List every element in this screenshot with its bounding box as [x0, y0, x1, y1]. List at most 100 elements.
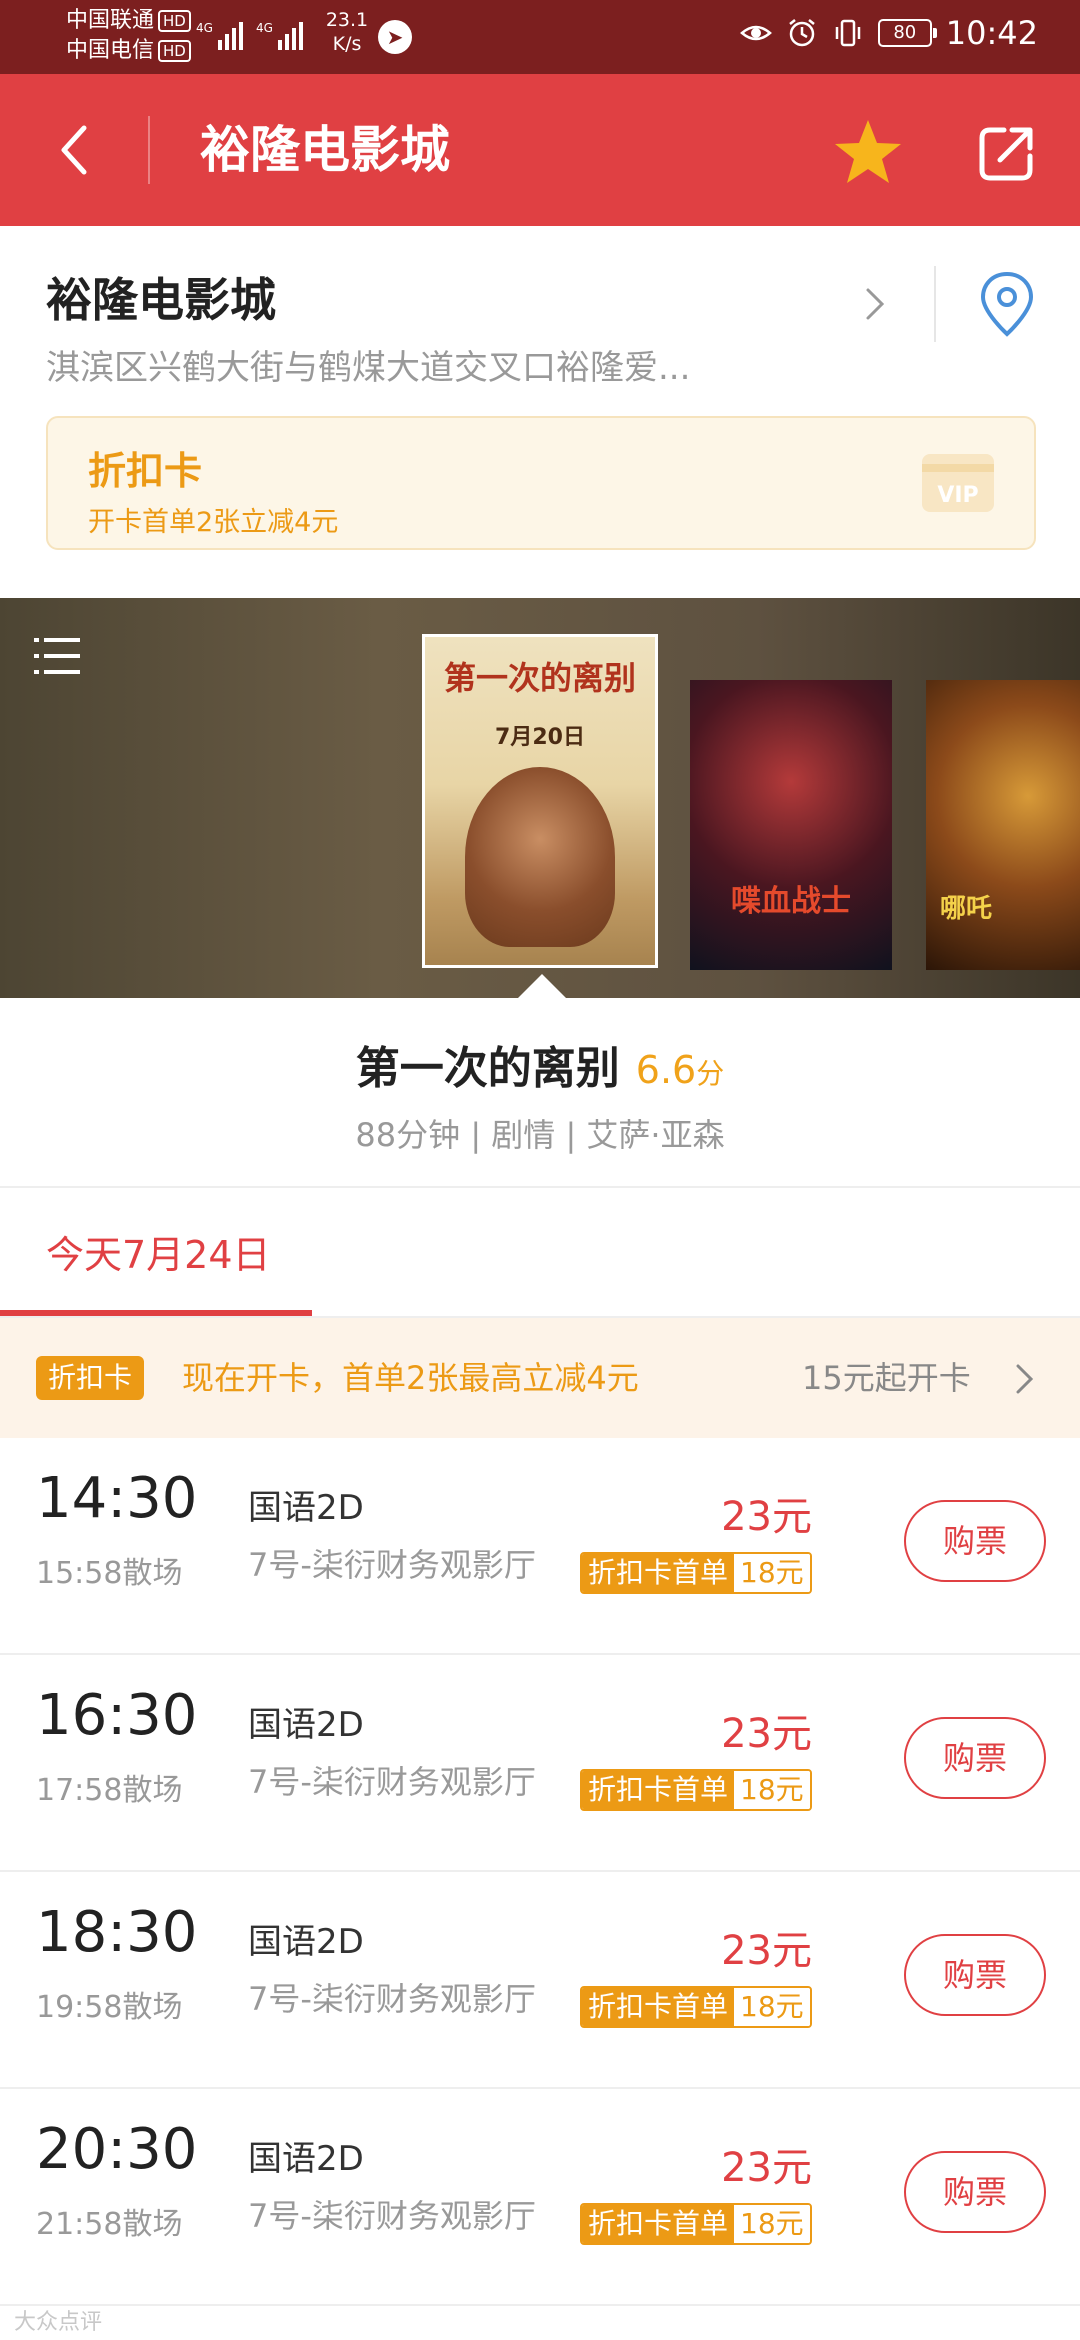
- card-discount-tag: 折扣卡首单 18元: [580, 1552, 812, 1594]
- tab-underline: [0, 1310, 312, 1316]
- poster-release-date: 7月20日: [495, 725, 585, 750]
- session-language: 国语2D: [248, 1922, 364, 1962]
- session-language: 国语2D: [248, 1705, 364, 1745]
- session-hall: 7号-柒衍财务观影厅: [248, 1763, 536, 1801]
- chevron-right-icon[interactable]: [862, 282, 888, 326]
- session-row[interactable]: 18:30 19:58散场 国语2D 7号-柒衍财务观影厅 23元 折扣卡首单 1…: [0, 1872, 1080, 2089]
- divider: [934, 266, 936, 342]
- page-title: 裕隆电影城: [200, 121, 450, 179]
- buy-ticket-button[interactable]: 购票: [904, 1934, 1046, 2016]
- vip-badge-text: VIP: [937, 483, 978, 508]
- card-discount-label: 折扣卡首单: [582, 1554, 735, 1592]
- session-price: 23元: [721, 1928, 812, 1974]
- card-discount-tag: 折扣卡首单 18元: [580, 2203, 812, 2245]
- poster-selected[interactable]: 第一次的离别 7月20日: [422, 634, 658, 968]
- location-pin-button[interactable]: [976, 270, 1038, 340]
- session-price: 23元: [721, 2145, 812, 2191]
- session-end-time: 15:58散场: [36, 1556, 183, 1591]
- selected-pointer: [518, 974, 566, 998]
- speed-unit: K/s: [332, 33, 362, 55]
- session-hall: 7号-柒衍财务观影厅: [248, 1546, 536, 1584]
- alarm-icon: [789, 19, 815, 47]
- signal-icon: 4G 4G: [196, 18, 316, 54]
- buy-ticket-button[interactable]: 购票: [904, 1500, 1046, 1582]
- chevron-right-icon: [1016, 1364, 1034, 1394]
- movie-score: 6.6: [635, 1048, 697, 1092]
- poster-title: 第一次的离别: [443, 659, 636, 697]
- card-promo-banner[interactable]: 折扣卡 现在开卡，首单2张最高立减4元 15元起开卡: [0, 1318, 1080, 1438]
- movie-title-line: 第一次的离别 6.6分: [0, 1032, 1080, 1096]
- session-row[interactable]: 20:30 21:58散场 国语2D 7号-柒衍财务观影厅 23元 折扣卡首单 1…: [0, 2089, 1080, 2306]
- card-badge: 折扣卡: [36, 1356, 145, 1400]
- session-language: 国语2D: [248, 1488, 364, 1528]
- poster-item[interactable]: 哪吒: [926, 680, 1080, 970]
- cinema-name[interactable]: 裕隆电影城: [46, 264, 276, 330]
- title-bar: 裕隆电影城: [0, 74, 1080, 226]
- list-menu-button[interactable]: [34, 634, 82, 678]
- favorite-star-button[interactable]: [832, 116, 904, 188]
- session-row[interactable]: 14:30 15:58散场 国语2D 7号-柒衍财务观影厅 23元 折扣卡首单 1…: [0, 1438, 1080, 1655]
- card-discount-tag: 折扣卡首单 18元: [580, 1769, 812, 1811]
- movie-info: 第一次的离别 6.6分 88分钟 | 剧情 | 艾萨·亚森: [0, 998, 1080, 1188]
- status-bar: 中国联通 HD 中国电信 HD 4G 4G 23.1 K/s ➤ 80 10:42: [0, 0, 1080, 74]
- discount-card-banner[interactable]: 折扣卡 开卡首单2张立减4元 VIP: [46, 416, 1036, 550]
- card-discount-label: 折扣卡首单: [582, 2205, 735, 2243]
- buy-ticket-button[interactable]: 购票: [904, 1717, 1046, 1799]
- navigation-app-icon: ➤: [378, 20, 412, 54]
- back-button[interactable]: [40, 114, 112, 186]
- session-language: 国语2D: [248, 2139, 364, 2179]
- session-end-time: 19:58散场: [36, 1990, 183, 2025]
- network-speed: 23.1 K/s: [322, 8, 372, 56]
- session-price: 23元: [721, 1711, 812, 1757]
- hd-badge: HD: [158, 10, 191, 32]
- movie-title: 第一次的离别: [355, 1043, 620, 1094]
- speed-value: 23.1: [325, 9, 369, 31]
- vibrate-icon: [835, 19, 861, 47]
- card-discount-price: 18元: [734, 2205, 810, 2243]
- session-hall: 7号-柒衍财务观影厅: [248, 1980, 536, 2018]
- session-price: 23元: [721, 1494, 812, 1540]
- card-discount-price: 18元: [734, 1554, 810, 1592]
- share-button[interactable]: [976, 122, 1038, 184]
- poster-carousel[interactable]: 第一次的离别 7月20日 喋血战士 哪吒: [0, 598, 1080, 998]
- date-tabs: 今天7月24日: [0, 1188, 1080, 1318]
- vip-card-icon: VIP: [922, 454, 994, 512]
- movie-score-unit: 分: [696, 1057, 725, 1090]
- clock: 10:42: [945, 14, 1038, 52]
- session-start-time: 16:30: [36, 1683, 198, 1748]
- battery-icon: 80: [877, 19, 937, 47]
- card-start-price: 15元起开卡: [802, 1359, 971, 1397]
- card-promo-text: 现在开卡，首单2张最高立减4元: [182, 1359, 639, 1397]
- session-start-time: 18:30: [36, 1900, 198, 1965]
- session-hall: 7号-柒衍财务观影厅: [248, 2197, 536, 2235]
- session-start-time: 20:30: [36, 2117, 198, 2182]
- tab-today[interactable]: 今天7月24日: [46, 1224, 271, 1279]
- watermark: 大众点评: [14, 2310, 103, 2335]
- svg-text:4G: 4G: [196, 21, 213, 35]
- card-discount-price: 18元: [734, 1988, 810, 2026]
- buy-ticket-button[interactable]: 购票: [904, 2151, 1046, 2233]
- discount-card-subtitle: 开卡首单2张立减4元: [88, 507, 339, 538]
- carrier-2-label: 中国电信: [66, 38, 155, 63]
- movie-meta: 88分钟 | 剧情 | 艾萨·亚森: [355, 1116, 725, 1154]
- carrier-1-label: 中国联通: [66, 8, 155, 33]
- poster-illustration: [465, 767, 615, 947]
- discount-card-title: 折扣卡: [88, 449, 203, 493]
- hd-badge: HD: [158, 40, 191, 62]
- poster-item[interactable]: 喋血战士: [690, 680, 892, 970]
- svg-text:4G: 4G: [256, 21, 273, 35]
- card-discount-label: 折扣卡首单: [582, 1988, 735, 2026]
- eye-icon: [739, 25, 772, 41]
- session-end-time: 21:58散场: [36, 2207, 183, 2242]
- carrier-info: 中国联通 HD 中国电信 HD: [66, 6, 191, 66]
- cinema-info: 裕隆电影城 淇滨区兴鹤大街与鹤煤大道交叉口裕隆爱... 折扣卡 开卡首单2张立减…: [0, 226, 1080, 598]
- status-icons: 80 10:42: [739, 14, 1038, 52]
- session-end-time: 17:58散场: [36, 1773, 183, 1808]
- cinema-address[interactable]: 淇滨区兴鹤大街与鹤煤大道交叉口裕隆爱...: [46, 340, 690, 389]
- card-discount-label: 折扣卡首单: [582, 1771, 735, 1809]
- card-discount-price: 18元: [734, 1771, 810, 1809]
- poster-title: 哪吒: [940, 894, 993, 924]
- title-divider: [148, 116, 150, 184]
- poster-title: 喋血战士: [731, 884, 851, 919]
- session-row[interactable]: 16:30 17:58散场 国语2D 7号-柒衍财务观影厅 23元 折扣卡首单 1…: [0, 1655, 1080, 1872]
